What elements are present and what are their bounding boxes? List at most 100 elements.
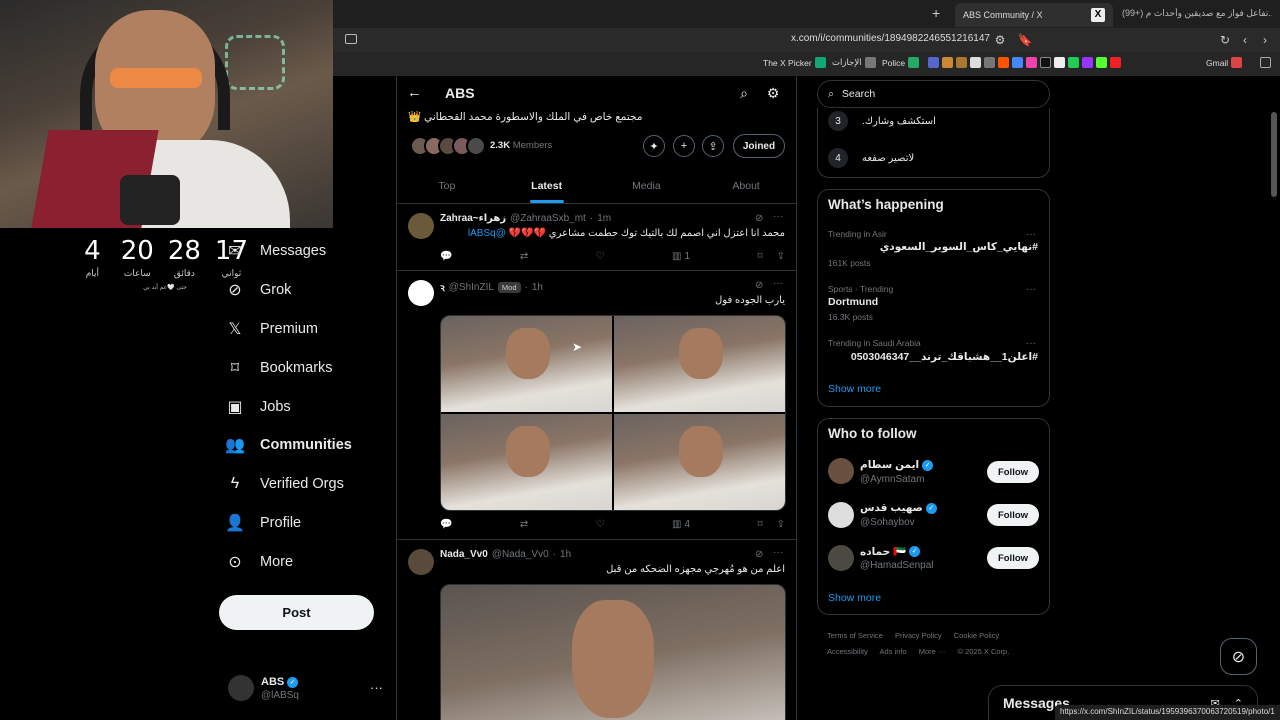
account-more-icon[interactable]: ··· [370,680,383,695]
grok-icon[interactable]: ⊘ [755,213,763,224]
bookmark-icon-6[interactable] [998,57,1009,68]
post-more-icon[interactable]: ··· [773,278,783,289]
x-bookmark-icon[interactable] [1054,57,1065,68]
sidebar-item-verified-orgs[interactable]: ϟ Verified Orgs [226,471,344,497]
youtube-icon[interactable] [1110,57,1121,68]
like-icon[interactable]: ♡ [596,251,605,262]
post-media-photo[interactable] [440,584,786,720]
views-icon[interactable]: ▥ 4 [672,519,690,530]
search-icon[interactable]: ⌕ [736,85,752,101]
reload-icon[interactable]: ↻ [1217,32,1233,48]
post-avatar[interactable] [408,213,434,239]
share-icon[interactable]: ⇪ [777,519,785,530]
media-photo[interactable] [614,414,785,510]
reply-icon[interactable]: 💬 [440,519,452,530]
repost-icon[interactable]: ⇄ [520,519,528,530]
back-icon[interactable]: ‹ [1237,32,1253,48]
instagram-icon[interactable] [1026,57,1037,68]
forward-icon[interactable]: › [1257,32,1273,48]
post-shinzil[interactable]: ꝛ @ShInZIL Mod · 1h ⊘ ··· يارب الجوده فو… [397,272,796,540]
bookmark-icon-1[interactable] [928,57,939,68]
post-button[interactable]: Post [219,595,374,630]
post-more-icon[interactable]: ··· [773,211,783,222]
bookmark-holidays[interactable]: الإجازات [832,57,876,68]
rule-item[interactable]: 3 استكشف وشارك. [828,111,1038,131]
all-bookmarks-icon[interactable] [1260,57,1271,68]
sidebar-item-messages[interactable]: ✉ Messages [226,238,326,264]
rule-item[interactable]: 4 لاتصير صفعه [828,148,1038,168]
footer-privacy[interactable]: Privacy Policy [895,631,942,640]
user-avatar[interactable] [828,458,854,484]
tab-top[interactable]: Top [397,168,497,203]
bookmark-police[interactable]: Police [882,57,920,68]
url-field[interactable]: x.com/i/communities/1894982246551216147 [720,33,990,44]
user-avatar[interactable] [828,545,854,571]
post-more-icon[interactable]: ··· [773,547,783,558]
views-icon[interactable]: ▥ 1 [672,251,690,262]
bookmark-icon-3[interactable] [956,57,967,68]
grok-floating-button[interactable]: ⊘ [1220,638,1257,675]
bookmark-icon[interactable]: ⌑ [757,251,762,262]
grok-summary-icon[interactable]: ✦ [643,135,665,157]
user-name[interactable]: صهيب قدس ✓ [860,502,937,514]
footer-cookie[interactable]: Cookie Policy [954,631,999,640]
repost-icon[interactable]: ⇄ [520,251,528,262]
bookmark-icon-2[interactable] [942,57,953,68]
trend-more-icon[interactable]: ··· [1026,284,1036,295]
trend-name[interactable]: #نهايي_كاس_السوبر_السعودي [828,241,1038,253]
follow-button[interactable]: Follow [987,547,1039,569]
back-arrow-icon[interactable]: ← [407,84,422,101]
share-community-icon[interactable]: ⇪ [702,135,724,157]
page-scrollbar[interactable] [1271,112,1277,197]
post-zahraa[interactable]: Zahraa~زهراء @ZahraaSxb_mt · 1m ⊘ ··· مح… [397,205,796,271]
grok-icon[interactable]: ⊘ [755,549,763,560]
tab-latest[interactable]: Latest [497,168,597,203]
bookmark-icon-4[interactable] [970,57,981,68]
media-photo[interactable] [441,414,612,510]
mention-link[interactable]: @lABSq [468,228,506,239]
bookmark-page-icon[interactable]: 🔖 [1017,32,1033,48]
sidebar-item-grok[interactable]: ⊘ Grok [226,277,291,303]
trend-more-icon[interactable]: ··· [1026,229,1036,240]
footer-accessibility[interactable]: Accessibility [827,647,868,656]
media-photo[interactable] [441,316,612,412]
tab-media[interactable]: Media [597,168,697,203]
bookmark-icon-7[interactable] [1012,57,1023,68]
footer-ads[interactable]: Ads info [880,647,907,656]
tab-other[interactable]: (99+) تفاعل فواز مع صديقين وأحداث م... [1122,8,1272,19]
new-tab-icon[interactable]: + [932,6,946,20]
media-photo[interactable] [614,316,785,412]
whatsapp-icon[interactable] [1068,57,1079,68]
sidebar-item-premium[interactable]: 𝕏 Premium [226,316,318,342]
gear-icon[interactable]: ⚙ [765,85,781,101]
post-media-grid[interactable] [440,315,786,511]
footer-terms[interactable]: Terms of Service [827,631,883,640]
sidebar-toggle-icon[interactable] [345,34,357,44]
post-nada[interactable]: Nada_Vv0 @Nada_Vv0 · 1h ⊘ ··· اعلم من هو… [397,541,796,720]
user-avatar[interactable] [828,502,854,528]
member-count[interactable]: 2.3K Members [490,140,552,151]
member-avatars[interactable] [410,136,486,156]
tab-about[interactable]: About [696,168,796,203]
user-name[interactable]: حماده 🇦🇪 ✓ [860,545,921,558]
account-name[interactable]: ABS ✓ [261,676,299,688]
trend-name[interactable]: Dortmund [828,296,1038,308]
tab-abs-community[interactable]: ABS Community / X X [955,3,1113,27]
kick-icon[interactable] [1096,57,1107,68]
sidebar-item-bookmarks[interactable]: ⌑ Bookmarks [226,355,333,381]
grok-icon[interactable]: ⊘ [755,280,763,291]
sidebar-item-profile[interactable]: 👤 Profile [225,510,301,536]
trend-name[interactable]: #اعلن1__هشباقك_ترند__0503046347 [828,351,1038,363]
follow-button[interactable]: Follow [987,504,1039,526]
reply-icon[interactable]: 💬 [440,251,452,262]
search-input[interactable]: ⌕ Search [817,80,1050,108]
twitch-icon[interactable] [1082,57,1093,68]
site-settings-icon[interactable]: ⚙ [992,32,1008,48]
bookmark-icon[interactable]: ⌑ [757,519,762,530]
bookmark-x-picker[interactable]: The X Picker [763,57,826,68]
user-name[interactable]: ايمن سطام ✓ [860,459,934,471]
sidebar-item-jobs[interactable]: ▣ Jobs [226,394,290,420]
show-more-follow-link[interactable]: Show more [828,592,881,604]
bookmark-gmail[interactable]: Gmail [1206,57,1243,68]
github-icon[interactable] [984,57,995,68]
